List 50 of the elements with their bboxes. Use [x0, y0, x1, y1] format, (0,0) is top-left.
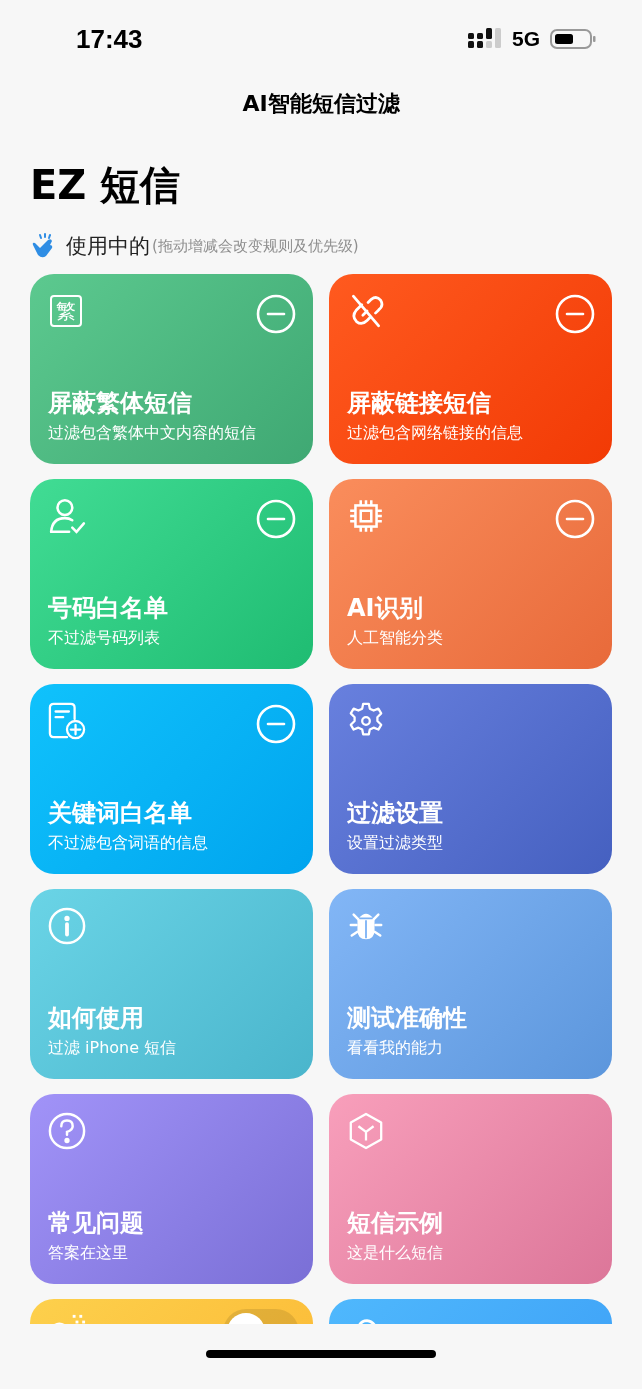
- card-title: 过滤设置: [347, 798, 444, 829]
- card-subtitle: 不过滤包含词语的信息: [48, 833, 209, 854]
- info-icon: [48, 907, 86, 945]
- remove-button[interactable]: [555, 294, 595, 334]
- remove-button[interactable]: [256, 704, 296, 744]
- signal-icon: [468, 28, 502, 50]
- card-subtitle: 设置过滤类型: [347, 833, 444, 854]
- status-time: 17:43: [76, 23, 143, 55]
- network-label: 5G: [512, 27, 540, 51]
- feature-card[interactable]: 屏蔽链接短信 过滤包含网络链接的信息: [329, 274, 612, 464]
- card-subtitle: 过滤包含繁体中文内容的短信: [48, 423, 257, 444]
- feature-card[interactable]: 繁 屏蔽繁体短信 过滤包含繁体中文内容的短信: [30, 274, 313, 464]
- section-hint: (拖动增减会改变规则及优先级): [152, 236, 359, 256]
- feature-card[interactable]: 测试准确性 看看我的能力: [329, 889, 612, 1079]
- card-subtitle: 这是什么短信: [347, 1243, 444, 1264]
- question-icon: [48, 1112, 86, 1150]
- card-title: 号码白名单: [48, 593, 169, 624]
- battery-icon: [550, 28, 596, 50]
- nav-title: AI智能短信过滤: [242, 90, 400, 118]
- card-title: 如何使用: [48, 1003, 145, 1034]
- card-subtitle: 人工智能分类: [347, 628, 444, 649]
- feature-card[interactable]: 如何使用 过滤 iPhone 短信: [30, 889, 313, 1079]
- app-title: EZ 短信: [30, 161, 182, 210]
- card-subtitle: 看看我的能力: [347, 1038, 444, 1059]
- feature-card[interactable]: AI识别 人工智能分类: [329, 479, 612, 669]
- remove-button[interactable]: [555, 499, 595, 539]
- feature-card[interactable]: 号码白名单 不过滤号码列表: [30, 479, 313, 669]
- cube-icon: [347, 1112, 385, 1150]
- card-subtitle: 不过滤号码列表: [48, 628, 161, 649]
- feature-card[interactable]: 关键词白名单 不过滤包含词语的信息: [30, 684, 313, 874]
- card-subtitle: 答案在这里: [48, 1243, 129, 1264]
- card-title: 屏蔽链接短信: [347, 388, 492, 419]
- remove-button[interactable]: [256, 499, 296, 539]
- card-subtitle: 过滤包含网络链接的信息: [347, 423, 524, 444]
- card-subtitle: 过滤 iPhone 短信: [48, 1038, 178, 1059]
- glyph-icon: 繁: [50, 295, 82, 327]
- document-plus-icon: [48, 702, 86, 740]
- card-title: 测试准确性: [347, 1003, 468, 1034]
- feature-card[interactable]: 过滤设置 设置过滤类型: [329, 684, 612, 874]
- card-title: 短信示例: [347, 1208, 444, 1239]
- section-label: 使用中的: [66, 233, 150, 260]
- card-title: 屏蔽繁体短信: [48, 388, 193, 419]
- remove-button[interactable]: [256, 294, 296, 334]
- card-title: AI识别: [347, 593, 424, 624]
- card-title: 常见问题: [48, 1208, 145, 1239]
- person-check-icon: [48, 497, 86, 535]
- feature-card[interactable]: 常见问题 答案在这里: [30, 1094, 313, 1284]
- card-title: 关键词白名单: [48, 798, 193, 829]
- chip-icon: [347, 497, 385, 535]
- feature-card[interactable]: 短信示例 这是什么短信: [329, 1094, 612, 1284]
